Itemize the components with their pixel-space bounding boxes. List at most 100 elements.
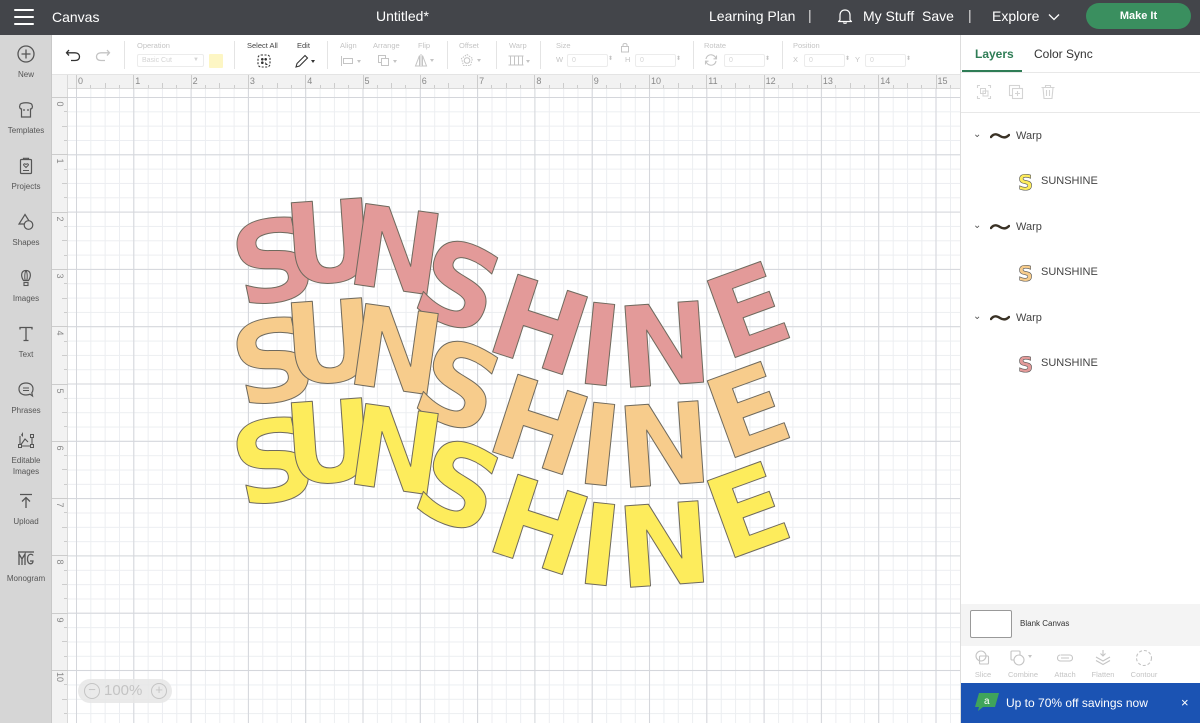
blank-canvas-row[interactable]: Blank Canvas (961, 604, 1200, 646)
ruler-tick-label: 0 (78, 76, 84, 86)
warp-icon (990, 315, 1010, 321)
tab-layers[interactable]: Layers (975, 47, 1014, 61)
zoom-in-button[interactable]: + (151, 683, 167, 699)
layer-group-row[interactable]: ⌄ Warp (961, 125, 1200, 149)
position-label: Position (793, 41, 820, 50)
save-button[interactable]: Save (922, 8, 954, 24)
bottom-tools: Slice Combine Attach Flatten Contour (961, 646, 1200, 683)
flatten-button[interactable]: Flatten (1081, 649, 1125, 679)
operation-label: Operation (137, 41, 170, 50)
layer-item-row[interactable]: S SUNSHINE (961, 261, 1200, 285)
edit-pencil-icon[interactable] (294, 53, 318, 69)
sidebar-item-text[interactable]: Text (0, 324, 52, 360)
redo-icon[interactable] (95, 48, 111, 62)
sidebar-item-monogram[interactable]: Monogram (0, 548, 52, 584)
group-icon[interactable] (976, 84, 992, 100)
ruler-tick (763, 75, 765, 89)
ruler-tick (52, 440, 68, 442)
learning-plan-link[interactable]: Learning Plan (709, 8, 795, 24)
slice-button[interactable]: Slice (961, 649, 1005, 679)
layer-group-row[interactable]: ⌄ Warp (961, 307, 1200, 331)
select-all-icon[interactable] (256, 53, 272, 69)
sidebar-item-images[interactable]: Images (0, 268, 52, 304)
sidebar-item-editable-images[interactable]: Editable Images (0, 430, 52, 477)
design-canvas[interactable]: SUNSHINESUNSHINESUNSHINE (68, 89, 960, 723)
ruler-tick-label: 4 (55, 330, 65, 336)
promo-banner[interactable]: a Up to 70% off savings now × (961, 683, 1200, 723)
lock-icon[interactable] (620, 42, 630, 53)
width-input[interactable]: 0 (567, 54, 608, 67)
y-position-input[interactable]: 0 (865, 54, 906, 67)
ruler-minor-tick (62, 469, 67, 471)
chevron-down-icon[interactable]: ⌄ (973, 311, 981, 322)
flip-icon[interactable] (414, 53, 438, 68)
ruler-minor-tick (333, 83, 335, 88)
close-icon[interactable]: × (1181, 695, 1189, 710)
stepper-icon[interactable]: ⬍ (845, 55, 850, 62)
ruler-minor-tick (219, 83, 221, 88)
sidebar-item-new[interactable]: New (0, 44, 52, 80)
height-input[interactable]: 0 (635, 54, 676, 67)
stepper-icon[interactable]: ⬍ (676, 55, 681, 62)
ruler-minor-tick (176, 85, 178, 88)
ruler-tick (52, 154, 68, 156)
x-position-input[interactable]: 0 (804, 54, 845, 67)
operation-color-swatch[interactable] (209, 54, 223, 68)
duplicate-icon[interactable] (1008, 84, 1024, 100)
sidebar-item-upload[interactable]: Upload (0, 491, 52, 527)
y-value: 0 (870, 57, 874, 64)
bell-icon[interactable] (836, 7, 854, 25)
sidebar-label: Upload (13, 517, 39, 526)
offset-icon[interactable] (459, 53, 485, 68)
stepper-icon[interactable]: ⬍ (765, 55, 770, 62)
document-title[interactable]: Untitled* (376, 8, 429, 24)
layer-group-row[interactable]: ⌄ Warp (961, 216, 1200, 240)
rotate-icon[interactable] (704, 53, 718, 67)
ruler-tick (52, 555, 68, 557)
sunshine-artwork[interactable]: SUNSHINESUNSHINESUNSHINE (68, 89, 960, 723)
stepper-icon[interactable]: ⬍ (906, 55, 911, 62)
layer-item-row[interactable]: S SUNSHINE (961, 352, 1200, 376)
layer-item-row[interactable]: S SUNSHINE (961, 170, 1200, 194)
sidebar-item-templates[interactable]: Templates (0, 100, 52, 136)
sidebar-label: Images (12, 294, 40, 303)
y-label: Y (855, 55, 861, 64)
chevron-down-icon[interactable]: ⌄ (973, 220, 981, 231)
divider (496, 41, 497, 69)
sidebar-item-phrases[interactable]: Phrases (0, 380, 52, 416)
divider (234, 41, 235, 69)
delete-icon[interactable] (1040, 84, 1056, 100)
chevron-down-icon[interactable]: ⌄ (973, 129, 981, 140)
width-label: W (556, 55, 564, 64)
align-icon[interactable] (340, 55, 364, 67)
ruler-tick (52, 211, 68, 213)
height-value: 0 (640, 57, 644, 64)
contour-button[interactable]: Contour (1122, 649, 1166, 679)
ruler-tick-label: 2 (55, 216, 65, 222)
divider (447, 41, 448, 69)
sidebar-item-shapes[interactable]: Shapes (0, 212, 52, 248)
rotate-input[interactable]: 0 (724, 54, 765, 67)
ruler-minor-tick (62, 641, 67, 643)
warp-icon[interactable] (507, 54, 533, 67)
ruler-tick (52, 498, 68, 500)
operation-select[interactable]: Basic Cut ▼ (137, 54, 204, 67)
ruler-minor-tick (64, 283, 67, 285)
explore-menu[interactable]: Explore (992, 8, 1060, 24)
hamburger-menu-icon[interactable] (14, 9, 34, 25)
arrange-icon[interactable] (377, 54, 401, 68)
sidebar-label: Phrases (11, 406, 41, 415)
blank-canvas-label: Blank Canvas (1020, 619, 1070, 628)
sidebar-item-projects[interactable]: Projects (0, 156, 52, 192)
zoom-out-button[interactable]: − (84, 683, 100, 699)
stepper-icon[interactable]: ⬍ (608, 55, 613, 62)
tab-color-sync[interactable]: Color Sync (1034, 47, 1093, 61)
blank-canvas-swatch[interactable] (970, 610, 1012, 638)
combine-button[interactable]: Combine (1001, 649, 1045, 679)
artwork-letter: N (613, 479, 716, 615)
layers-panel: Layers Color Sync ⌄ Warp S SUNSHINE ⌄ Warp S SU… (960, 35, 1200, 723)
ruler-tick (935, 75, 937, 89)
undo-icon[interactable] (65, 48, 81, 62)
make-it-button[interactable]: Make It (1086, 3, 1191, 29)
my-stuff-link[interactable]: My Stuff (863, 8, 914, 24)
